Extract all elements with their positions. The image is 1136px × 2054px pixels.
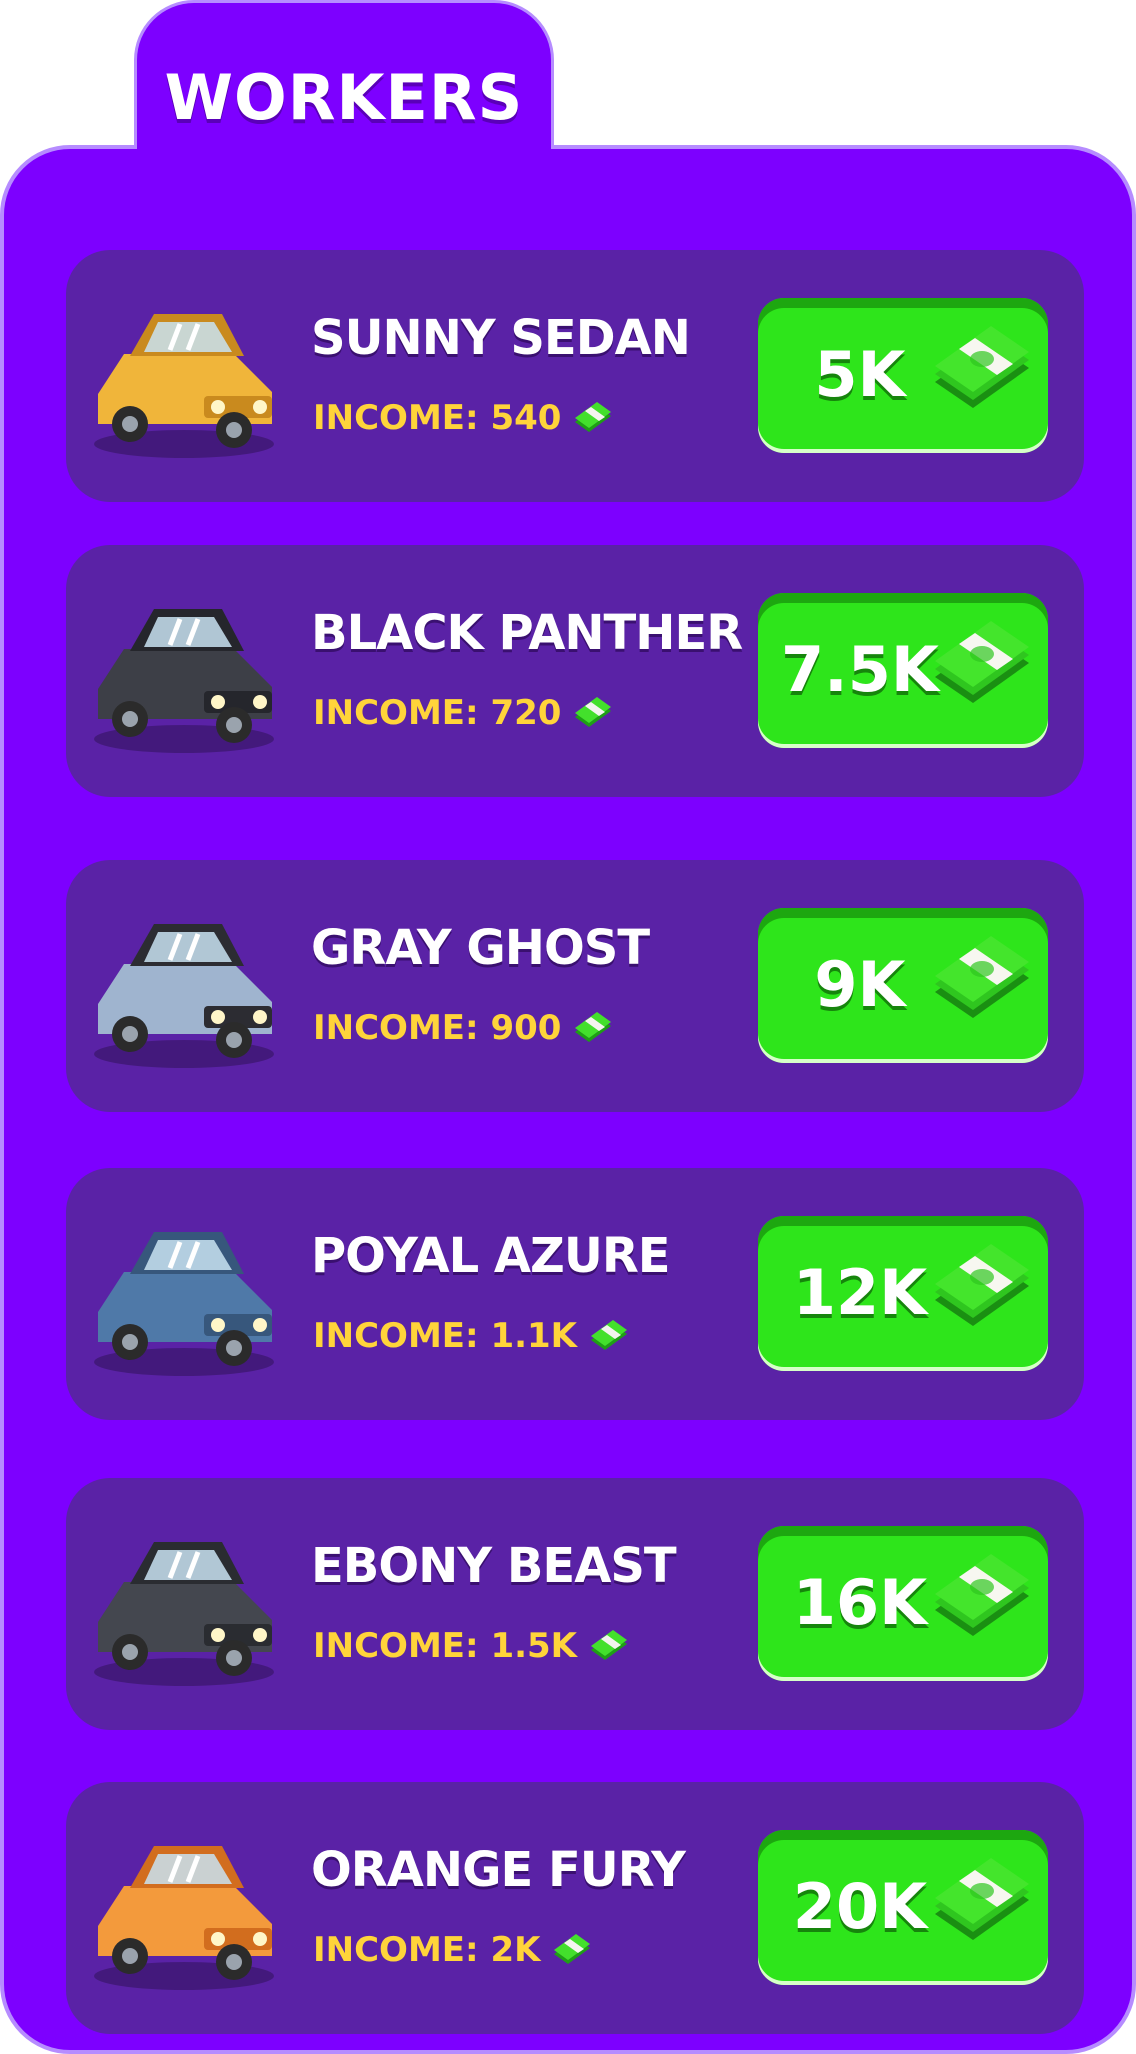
price-label: 9K xyxy=(814,948,906,1021)
income-label: INCOME: 720 xyxy=(313,693,562,733)
income-label: INCOME: 540 xyxy=(313,398,562,438)
page-title: WORKERS xyxy=(164,61,524,134)
car-icon xyxy=(94,1846,274,1990)
buy-button[interactable]: 5K xyxy=(758,298,1048,453)
worker-name: POYAL AZURE xyxy=(311,1228,671,1284)
income-label: INCOME: 1.1K xyxy=(313,1316,578,1356)
car-icon xyxy=(94,1232,274,1376)
buy-button[interactable]: 16K xyxy=(758,1526,1048,1681)
worker-card: SUNNY SEDAN INCOME: 540 5K xyxy=(66,250,1084,502)
price-label: 7.5K xyxy=(781,633,939,706)
worker-income: INCOME: 1.1K xyxy=(313,1316,631,1356)
cash-stack-icon xyxy=(935,1244,1029,1326)
buy-button[interactable]: 12K xyxy=(758,1216,1048,1371)
cash-stack-icon xyxy=(575,697,612,727)
price-label: 5K xyxy=(814,338,906,411)
price-label: 20K xyxy=(792,1870,928,1943)
cash-stack-icon xyxy=(935,621,1029,703)
worker-income: INCOME: 1.5K xyxy=(313,1626,631,1666)
price-label: 12K xyxy=(792,1256,928,1329)
price-label: 16K xyxy=(792,1566,928,1639)
cash-stack-icon xyxy=(935,936,1029,1018)
worker-card: EBONY BEAST INCOME: 1.5K 16K xyxy=(66,1478,1084,1730)
cash-stack-icon xyxy=(575,402,612,432)
worker-income: INCOME: 540 xyxy=(313,398,615,438)
cash-stack-icon xyxy=(591,1320,628,1350)
cash-stack-icon xyxy=(935,326,1029,408)
worker-name: GRAY GHOST xyxy=(311,920,650,976)
car-icon xyxy=(94,1542,274,1686)
worker-card: GRAY GHOST INCOME: 900 9K xyxy=(66,860,1084,1112)
worker-card: BLACK PANTHER INCOME: 720 7.5K xyxy=(66,545,1084,797)
worker-income: INCOME: 2K xyxy=(313,1930,594,1970)
cash-stack-icon xyxy=(554,1934,591,1964)
worker-name: BLACK PANTHER xyxy=(311,605,743,661)
worker-name: ORANGE FURY xyxy=(311,1842,686,1898)
cash-stack-icon xyxy=(591,1630,628,1660)
worker-income: INCOME: 900 xyxy=(313,1008,615,1048)
buy-button[interactable]: 20K xyxy=(758,1830,1048,1985)
income-label: INCOME: 900 xyxy=(313,1008,562,1048)
cash-stack-icon xyxy=(935,1858,1029,1940)
worker-income: INCOME: 720 xyxy=(313,693,615,733)
cash-stack-icon xyxy=(935,1554,1029,1636)
car-icon xyxy=(94,924,274,1068)
buy-button[interactable]: 9K xyxy=(758,908,1048,1063)
worker-card: ORANGE FURY INCOME: 2K 20K xyxy=(66,1782,1084,2034)
income-label: INCOME: 2K xyxy=(313,1930,541,1970)
worker-card: POYAL AZURE INCOME: 1.1K 12K xyxy=(66,1168,1084,1420)
worker-name: EBONY BEAST xyxy=(311,1538,677,1594)
buy-button[interactable]: 7.5K xyxy=(758,593,1048,748)
income-label: INCOME: 1.5K xyxy=(313,1626,578,1666)
worker-name: SUNNY SEDAN xyxy=(311,310,691,366)
car-icon xyxy=(94,609,274,753)
cash-stack-icon xyxy=(575,1012,612,1042)
car-icon xyxy=(94,314,274,458)
